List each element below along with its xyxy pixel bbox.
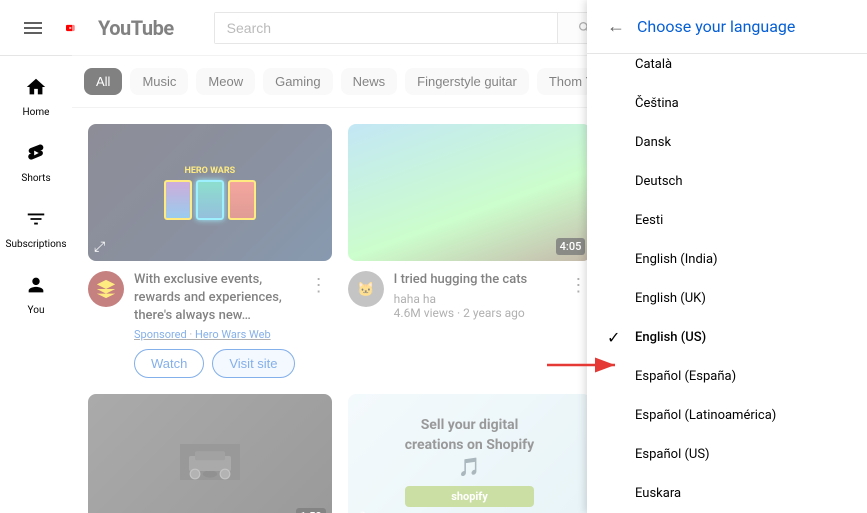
sponsored-label: Sponsored · Hero Wars Web [134, 328, 296, 341]
filter-chip-news[interactable]: News [341, 68, 398, 95]
svg-text:🐱: 🐱 [357, 281, 374, 298]
back-button[interactable]: ← [607, 16, 625, 37]
bw-video-thumb: 1:52 [88, 394, 332, 513]
language-label: English (US) [635, 330, 706, 345]
filter-chip-music[interactable]: Music [130, 68, 188, 95]
language-item-13[interactable]: ✓ Español (España) [587, 357, 867, 396]
cat-video-info: 🐱 I tried hugging the cats haha ha 4.6M … [348, 271, 592, 320]
bw-video-duration: 1:52 [296, 508, 326, 513]
sponsored-video-thumb: HERO WARS ⤢ [88, 124, 332, 261]
sponsored-title: With exclusive events, rewards and exper… [134, 271, 296, 326]
language-item-16[interactable]: ✓ Euskara [587, 474, 867, 513]
shorts-icon [25, 142, 47, 169]
yt-logo-text: YouTube [98, 16, 174, 40]
cat-video-card[interactable]: 4:05 🐱 I tried hugging the cats haha ha … [348, 124, 592, 378]
language-label: Español (Latinoamérica) [635, 408, 776, 423]
you-icon [25, 274, 47, 301]
sponsored-info: With exclusive events, rewards and exper… [88, 271, 332, 341]
home-icon [25, 76, 47, 103]
sponsored-channel-avatar [88, 271, 124, 307]
language-item-8[interactable]: ✓ Deutsch [587, 162, 867, 201]
yt-logo-icon [66, 18, 94, 38]
shopify-video-card[interactable]: Sell your digital creations on Shopify 🎵… [348, 394, 592, 513]
sidebar-item-label-subscriptions: Subscriptions [6, 239, 67, 250]
filter-chip-gaming[interactable]: Gaming [263, 68, 333, 95]
cat-channel-name: haha ha [394, 292, 556, 306]
language-label: Euskara [635, 486, 681, 501]
sidebar-item-label-home: Home [23, 107, 50, 118]
language-item-10[interactable]: ✓ English (India) [587, 240, 867, 279]
sponsored-video-card[interactable]: HERO WARS ⤢ With exclusive events, rewar… [88, 124, 332, 378]
visit-site-button[interactable]: Visit site [212, 349, 294, 378]
language-label: Eesti [635, 213, 663, 228]
shopify-video-thumb: Sell your digital creations on Shopify 🎵… [348, 394, 592, 513]
language-item-11[interactable]: ✓ English (UK) [587, 279, 867, 318]
expand-icon: ⤢ [94, 239, 105, 255]
language-label: Dansk [635, 135, 671, 150]
language-label: Español (US) [635, 447, 710, 462]
cat-video-meta: I tried hugging the cats haha ha 4.6M vi… [394, 271, 556, 320]
language-label: English (UK) [635, 291, 706, 306]
subscriptions-icon [25, 208, 47, 235]
filter-chip-meow[interactable]: Meow [196, 68, 255, 95]
sidebar-item-label-shorts: Shorts [21, 173, 50, 184]
search-input[interactable] [215, 13, 557, 43]
language-label: Español (España) [635, 369, 736, 384]
sidebar-item-home[interactable]: Home [4, 64, 68, 126]
cat-video-thumb: 4:05 [348, 124, 592, 261]
language-dropdown-title: Choose your language [637, 17, 795, 36]
language-item-6[interactable]: ✓ Čeština [587, 84, 867, 123]
sidebar-item-label-you: You [28, 305, 45, 316]
cat-video-duration: 4:05 [556, 238, 586, 255]
language-item-5[interactable]: ✓ Català [587, 54, 867, 84]
language-dropdown-header: ← Choose your language [587, 0, 867, 54]
language-label: Deutsch [635, 174, 683, 189]
shopify-expand-icon: ⤢ [354, 509, 586, 513]
filter-chip-fingerstyle[interactable]: Fingerstyle guitar [405, 68, 529, 95]
cat-video-title: I tried hugging the cats [394, 271, 556, 289]
language-dropdown: ← Choose your language ✓ Afrikaans ✓ Azə… [587, 0, 867, 513]
cat-channel-avatar: 🐱 [348, 271, 384, 307]
watch-button[interactable]: Watch [134, 349, 204, 378]
language-label: Čeština [635, 96, 679, 111]
sidebar-item-subscriptions[interactable]: Subscriptions [4, 196, 68, 258]
menu-button[interactable] [16, 11, 50, 45]
sponsored-more-icon[interactable]: ⋮ [306, 271, 332, 300]
language-item-14[interactable]: ✓ Español (Latinoamérica) [587, 396, 867, 435]
search-bar [214, 12, 614, 44]
language-item-9[interactable]: ✓ Eesti [587, 201, 867, 240]
cat-video-stats: 4.6M views · 2 years ago [394, 306, 556, 320]
bw-video-card[interactable]: 1:52 [88, 394, 332, 513]
header-left: YouTube [16, 11, 174, 45]
youtube-logo[interactable]: YouTube [66, 16, 174, 40]
language-item-12[interactable]: ✓ English (US) [587, 318, 867, 357]
language-label: English (India) [635, 252, 718, 267]
language-label: Català [635, 57, 672, 72]
sponsored-meta: With exclusive events, rewards and exper… [134, 271, 296, 341]
sidebar-item-you[interactable]: You [4, 262, 68, 324]
language-item-15[interactable]: ✓ Español (US) [587, 435, 867, 474]
check-icon: ✓ [607, 328, 627, 347]
language-list: ✓ Afrikaans ✓ Azərbaycan ✓ Bahasa Indone… [587, 54, 867, 513]
sponsored-buttons: Watch Visit site [134, 349, 332, 378]
sidebar: Home Shorts Subscriptions You [0, 56, 72, 513]
language-item-7[interactable]: ✓ Dansk [587, 123, 867, 162]
sidebar-item-shorts[interactable]: Shorts [4, 130, 68, 192]
filter-chip-all[interactable]: All [84, 68, 122, 95]
